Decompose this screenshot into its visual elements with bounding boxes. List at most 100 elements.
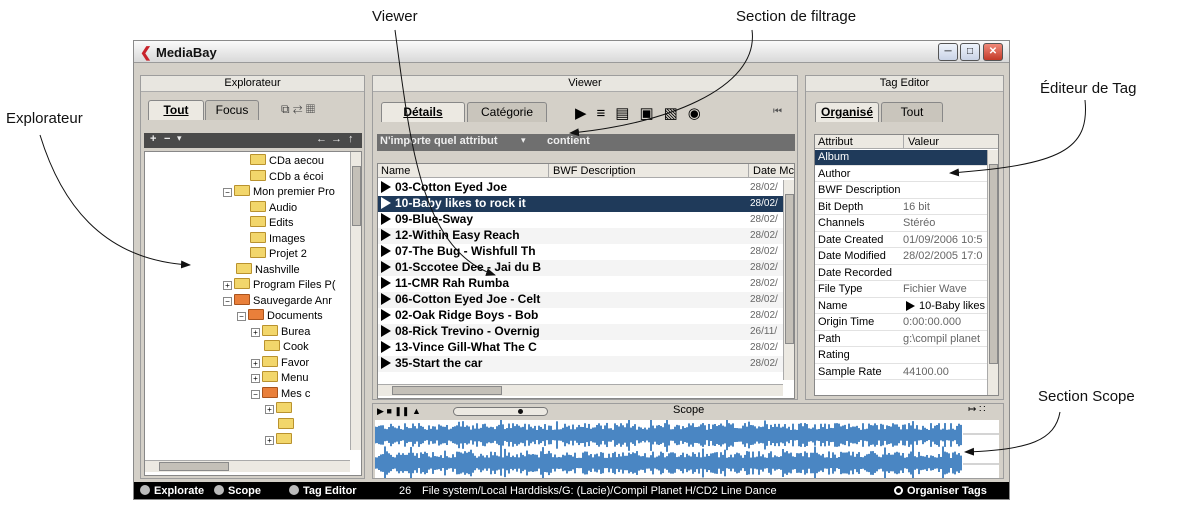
tree-item[interactable]: − Mon premier Pro xyxy=(223,185,335,200)
tree-item[interactable]: Nashville xyxy=(223,262,300,278)
col-name[interactable]: Name xyxy=(381,164,410,178)
play-icon[interactable] xyxy=(381,357,391,369)
explorer-tool-icons[interactable]: ⧉ ⇄ ▦ xyxy=(281,102,315,117)
expand-icon[interactable]: + xyxy=(265,436,274,445)
attribute-row[interactable]: Path g:\compil planet xyxy=(815,331,987,347)
play-icon[interactable] xyxy=(381,325,391,337)
tree-item[interactable]: + Program Files P( xyxy=(223,278,336,293)
tree-item[interactable]: − Mes c xyxy=(251,386,310,402)
play-icon[interactable] xyxy=(381,277,391,289)
attribute-row[interactable]: File Type Fichier Wave xyxy=(815,282,987,298)
scope-right-icons[interactable]: ↦ ∷ xyxy=(968,404,986,415)
play-icon[interactable] xyxy=(381,261,391,273)
tab-categorie[interactable]: Catégorie xyxy=(467,102,547,122)
attribute-value[interactable]: Fichier Wave xyxy=(903,282,987,297)
attribute-value[interactable]: 44100.00 xyxy=(903,365,987,380)
collapse-icon[interactable]: − xyxy=(223,296,232,306)
expand-icon[interactable]: + xyxy=(265,405,274,414)
back-icon[interactable]: ← xyxy=(316,133,327,145)
tree-item[interactable]: − Documents xyxy=(237,309,323,324)
attribute-value[interactable]: Stéréo xyxy=(903,216,987,231)
attribute-value[interactable]: 10-Baby likes xyxy=(903,299,987,314)
tree-item[interactable]: Images xyxy=(237,231,305,247)
table-row[interactable]: 12-Within Easy Reach 28/02/ xyxy=(378,228,784,244)
tree-item[interactable]: + xyxy=(265,433,295,448)
attribute-value[interactable]: 16 bit xyxy=(903,200,987,215)
status-scope-toggle[interactable]: Scope xyxy=(214,482,261,499)
attribute-row[interactable]: Album xyxy=(815,150,987,166)
attribute-row[interactable]: Date Created 01/09/2006 10:5 xyxy=(815,232,987,248)
attribute-value[interactable]: 28/02/2005 17:0 xyxy=(903,249,987,264)
table-row[interactable]: 10-Baby likes to rock it 28/02/ xyxy=(378,196,784,212)
tree-item[interactable]: + Burea xyxy=(251,324,310,340)
dropdown-icon[interactable]: ▾ xyxy=(177,133,182,144)
tree-scrollbar[interactable] xyxy=(350,152,361,450)
expand-icon[interactable]: + xyxy=(251,358,260,368)
attribute-row[interactable]: Author xyxy=(815,166,987,182)
collapse-icon[interactable]: − xyxy=(223,188,232,197)
pause-icon[interactable]: ❚❚ xyxy=(394,406,409,416)
col-bwf[interactable]: BWF Description xyxy=(548,164,636,178)
collapse-icon[interactable]: − xyxy=(237,312,246,321)
play-icon[interactable] xyxy=(381,341,391,353)
col-valeur[interactable]: Valeur xyxy=(903,135,939,149)
expand-icon[interactable]: + xyxy=(251,374,260,383)
play-icon[interactable] xyxy=(381,293,391,305)
play-icon[interactable] xyxy=(381,181,391,193)
table-row[interactable]: 03-Cotton Eyed Joe 28/02/ xyxy=(378,180,784,196)
table-row[interactable]: 02-Oak Ridge Boys - Bob 28/02/ xyxy=(378,308,784,324)
close-button[interactable]: ✕ xyxy=(983,43,1003,61)
table-row[interactable]: 06-Cotton Eyed Joe - Celt 28/02/ xyxy=(378,292,784,308)
expand-icon[interactable]: + xyxy=(251,327,260,337)
table-row[interactable]: 01-Sccotee Dee - Jai du B 28/02/ xyxy=(378,260,784,276)
results-scrollbar[interactable] xyxy=(783,180,794,380)
col-date[interactable]: Date Mc xyxy=(748,164,794,178)
table-row[interactable]: 08-Rick Trevino - Overnig 26/11/ xyxy=(378,324,784,340)
tree-item[interactable]: + Menu xyxy=(251,371,309,386)
play-icon[interactable] xyxy=(381,309,391,321)
tree-item[interactable]: Projet 2 xyxy=(237,247,307,262)
play-icon[interactable] xyxy=(381,197,391,209)
remove-folder-icon[interactable]: − xyxy=(164,133,170,145)
rewind-icon[interactable]: ⏮ xyxy=(773,106,782,117)
up-icon[interactable]: ↑ xyxy=(348,133,354,145)
tab-tout[interactable]: Tout xyxy=(148,100,204,120)
play-icon[interactable] xyxy=(381,229,391,241)
tab-details[interactable]: Détails xyxy=(381,102,465,122)
attribute-row[interactable]: Rating xyxy=(815,348,987,364)
attribute-row[interactable]: Channels Stéréo xyxy=(815,216,987,232)
tree-hscrollbar[interactable] xyxy=(145,460,350,472)
tree-item[interactable]: Audio xyxy=(237,200,297,216)
maximize-button[interactable]: □ xyxy=(960,43,980,61)
table-row[interactable]: 09-Blue-Sway 28/02/ xyxy=(378,212,784,228)
loop-icon[interactable]: ▲ xyxy=(412,406,421,416)
table-row[interactable]: 35-Start the car 28/02/ xyxy=(378,356,784,372)
add-folder-icon[interactable]: + xyxy=(150,133,156,145)
tree-item[interactable]: Edits xyxy=(237,216,293,231)
tree-item[interactable]: CDb a écoi xyxy=(237,169,323,185)
tree-item[interactable]: Cook xyxy=(251,340,309,355)
attribute-value[interactable]: 01/09/2006 10:5 xyxy=(903,233,987,248)
attribute-row[interactable]: BWF Description xyxy=(815,183,987,199)
tab-organise[interactable]: Organisé xyxy=(815,102,879,122)
table-row[interactable]: 07-The Bug - Wishfull Th 28/02/ xyxy=(378,244,784,260)
tree-scroll-thumb[interactable] xyxy=(352,166,361,226)
play-icon[interactable]: ▶ xyxy=(377,406,384,416)
tree-item[interactable]: + Favor xyxy=(251,355,309,371)
status-organiser-tags[interactable]: Organiser Tags xyxy=(894,482,987,499)
play-icon[interactable] xyxy=(381,213,391,225)
table-row[interactable]: 13-Vince Gill-What The C 28/02/ xyxy=(378,340,784,356)
tree-item[interactable]: CDa aecou xyxy=(237,154,324,169)
tree-item[interactable]: − Sauvegarde Anr xyxy=(223,293,332,309)
scope-volume-slider[interactable] xyxy=(453,407,548,416)
tree-item[interactable]: + xyxy=(265,402,295,417)
forward-icon[interactable]: → xyxy=(331,133,342,145)
attribute-row[interactable]: Date Recorded xyxy=(815,265,987,281)
collapse-icon[interactable]: − xyxy=(251,389,260,399)
tab-tout-tags[interactable]: Tout xyxy=(881,102,943,122)
table-row[interactable]: 11-CMR Rah Rumba 28/02/ xyxy=(378,276,784,292)
attribute-row[interactable]: Name 10-Baby likes xyxy=(815,298,987,314)
attribute-value[interactable]: g:\compil planet xyxy=(903,332,987,347)
filter-attribute-select[interactable]: N'importe quel attribut xyxy=(380,135,498,147)
tab-focus[interactable]: Focus xyxy=(205,100,259,120)
